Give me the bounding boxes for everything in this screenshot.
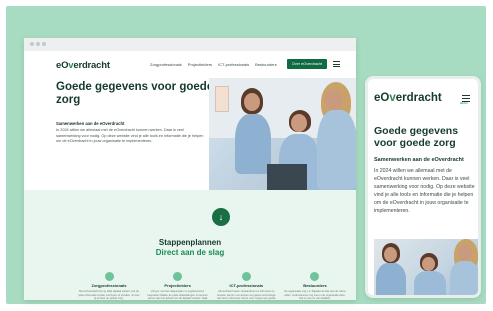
window-dot-icon [42,42,46,46]
over-eoverdracht-button[interactable]: Over eOverdracht [287,59,327,69]
step-text: De organisatie nog u in digitale kennisk… [284,290,346,300]
window-dot-icon [30,42,34,46]
circle-step-icon [173,272,183,281]
arrow-down-icon[interactable]: ↓ [212,208,230,226]
step-column-projectleiders[interactable]: Projectleiders Zorg er met het stappenpl… [147,272,209,300]
desktop-browser-mockup: eOverdracht Zorgprofessionals Projectlei… [24,38,356,300]
hero-title: Goede gegevens voor goede zorg [56,81,214,107]
step-column-bestuurders[interactable]: Bestuurders De organisatie nog u in digi… [284,272,346,300]
step-text: Met eOverdracht kun je altijd digitaal w… [78,290,140,300]
hero-text: In 2024 willen we allemaal met de eOverd… [56,128,204,144]
step-column-zorgprofessionals[interactable]: Zorgprofessionals Met eOverdracht kun je… [78,272,140,300]
nav-link-bestuurders[interactable]: Bestuurders [255,62,277,67]
circle-step-icon [104,272,114,281]
nav-link-ict-professionals[interactable]: ICT-professionals [218,62,249,67]
nav-link-projectleiders[interactable]: Projectleiders [188,62,212,67]
step-text: Zorg er met het stappenplan nu ingebouwd… [147,290,208,300]
browser-title-bar [24,38,356,51]
mobile-hero-text: In 2024 willen we allemaal met de eOverd… [374,168,475,215]
step-text: Als technisch team verstandmen en inform… [217,290,276,300]
step-title: Projectleiders [164,283,191,288]
mobile-nurses-photo [374,239,478,295]
site-logo[interactable]: eOverdracht [56,60,110,71]
site-header: eOverdracht Zorgprofessionals Projectlei… [24,51,356,77]
mobile-hero-title: Goede gegevens voor goede zorg [374,125,459,150]
circle-step-icon [241,272,251,281]
hamburger-menu-icon[interactable] [333,61,340,69]
mobile-hero-subheading: Samenwerken aan de eOverdracht [374,157,464,163]
steps-title: Stappenplannen [158,238,222,247]
step-title: Bestuurders [303,283,327,288]
steps-columns: Zorgprofessionals Met eOverdracht kun je… [78,272,346,300]
mobile-site-logo[interactable]: eOverdracht [374,92,442,104]
step-title: ICT-professionals [229,283,264,288]
hero-subheading: Samenwerken aan de eOverdracht [56,121,125,126]
menu-label[interactable]: MENU [460,102,468,105]
mobile-phone-mockup: eOverdracht MENU Goede gegevens voor goe… [365,76,481,298]
main-navigation: Zorgprofessionals Projectleiders ICT-pro… [150,62,277,67]
window-dot-icon [36,42,40,46]
circle-step-icon [310,272,320,281]
hero-nurses-photo [209,78,356,190]
steps-subtitle: Direct aan de slag [155,248,225,257]
step-column-ict-professionals[interactable]: ICT-professionals Als technisch team ver… [215,272,277,300]
nav-link-zorgprofessionals[interactable]: Zorgprofessionals [150,62,182,67]
step-title: Zorgprofessionals [91,283,127,288]
